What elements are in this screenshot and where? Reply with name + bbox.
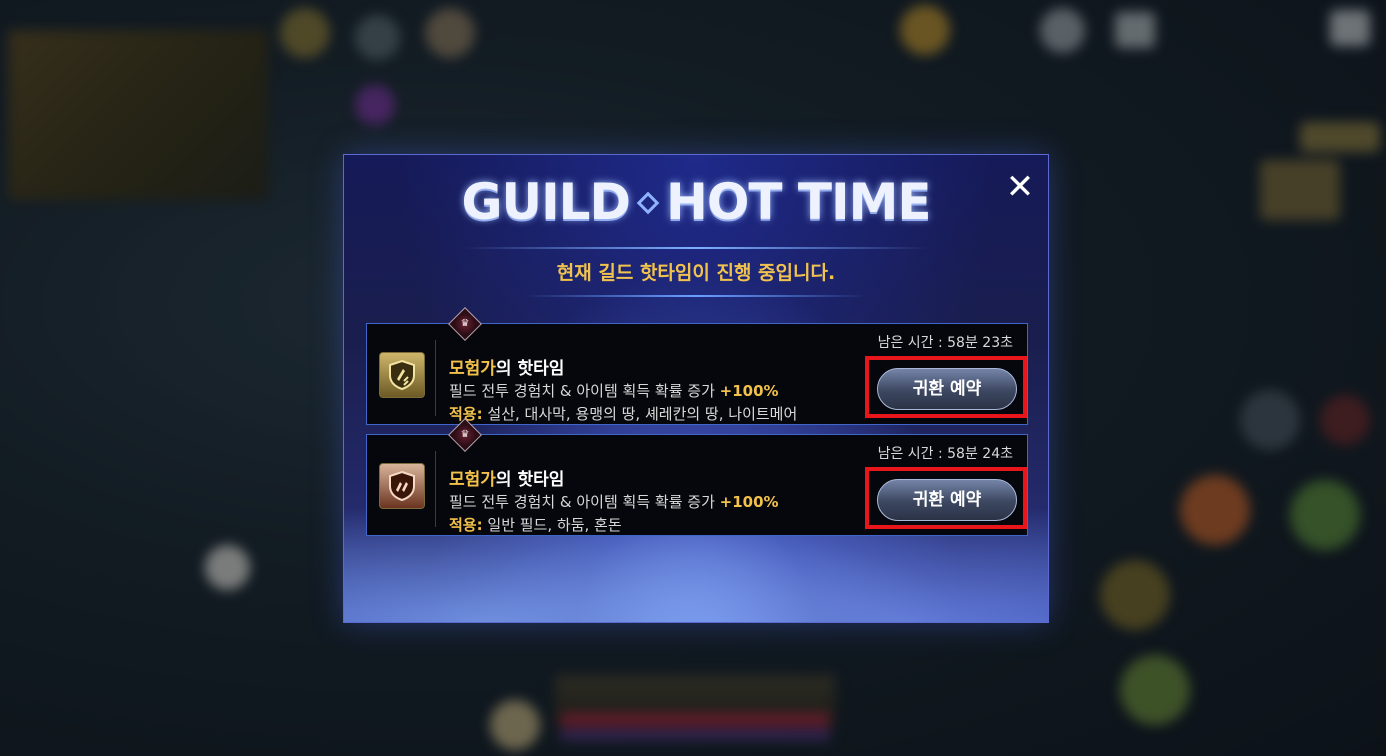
- hot-time-card: ♛ 모험가의 핫타임 필드 전투 경험치 & 아이템 획득 확률 증가 +100…: [366, 307, 1028, 425]
- card-divider: [435, 451, 436, 527]
- shield-bronze-icon: [379, 463, 425, 509]
- card-divider: [435, 340, 436, 416]
- hot-time-apply: 적용: 설산, 대사막, 용맹의 땅, 셰레칸의 땅, 나이트메어: [449, 405, 798, 423]
- hot-time-description: 필드 전투 경험치 & 아이템 획득 확률 증가 +100%: [449, 382, 779, 400]
- dialog-title: GUILD HOT TIME: [344, 173, 1048, 231]
- bonus-value: +100%: [719, 382, 779, 400]
- hot-time-apply: 적용: 일반 필드, 하둠, 혼돈: [449, 516, 622, 534]
- highlight-box: [865, 356, 1027, 418]
- dialog-subtitle: 현재 길드 핫타임이 진행 중입니다.: [556, 262, 836, 284]
- remaining-time: 남은 시간 : 58분 24초: [877, 446, 1013, 462]
- title-divider: [464, 247, 928, 249]
- hot-time-name: 모험가의 핫타임: [449, 359, 565, 379]
- subtitle-divider: [524, 295, 868, 297]
- remaining-time: 남은 시간 : 58분 23초: [877, 335, 1013, 351]
- hot-time-description: 필드 전투 경험치 & 아이템 획득 확률 증가 +100%: [449, 493, 779, 511]
- hot-time-name: 모험가의 핫타임: [449, 470, 565, 490]
- guild-crest-icon: ♛: [448, 307, 482, 341]
- diamond-icon: [636, 191, 660, 214]
- hot-time-card: ♛ 모험가의 핫타임 필드 전투 경험치 & 아이템 획득 확률 증가 +100…: [366, 418, 1028, 536]
- bonus-value: +100%: [719, 493, 779, 511]
- guild-hot-time-dialog: GUILD HOT TIME 현재 길드 핫타임이 진행 중입니다. ✕ ♛ 모험…: [344, 155, 1048, 622]
- shield-gold-icon: [379, 352, 425, 398]
- title-right: HOT TIME: [666, 173, 931, 231]
- title-left: GUILD: [461, 173, 631, 231]
- close-icon[interactable]: ✕: [1002, 169, 1038, 205]
- highlight-box: [865, 467, 1027, 529]
